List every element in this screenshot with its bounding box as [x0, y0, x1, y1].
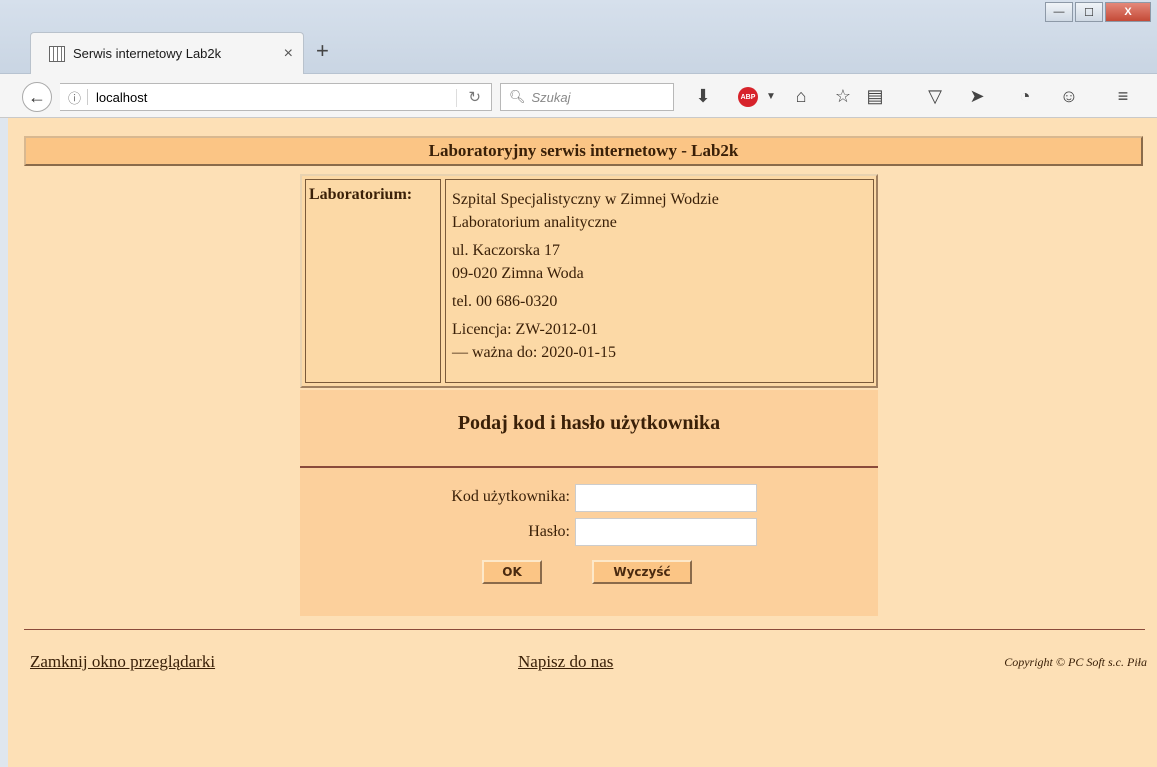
ok-button[interactable]: OK [482, 560, 542, 584]
lab-street: ul. Kaczorska 17 [452, 242, 560, 259]
url-divider [456, 89, 457, 107]
chevron-down-icon[interactable]: ▼ [760, 91, 782, 102]
close-window-button[interactable]: X [1105, 2, 1151, 22]
lab-name-line2: Laboratorium analityczne [452, 214, 617, 231]
laboratory-info: Szpital Specjalistyczny w Zimnej Wodzie … [445, 179, 874, 383]
maximize-button[interactable]: ☐ [1075, 2, 1103, 22]
copyright-text: Copyright © PC Soft s.c. Piła [1004, 655, 1147, 669]
password-label: Hasło: [528, 523, 570, 540]
menu-icon[interactable]: ≡ [1112, 86, 1134, 107]
browser-tab[interactable]: Serwis internetowy Lab2k × [30, 32, 304, 74]
lab-phone: tel. 00 686-0320 [452, 293, 558, 310]
download-icon[interactable]: ⬇ [692, 86, 714, 107]
user-code-label: Kod użytkownika: [451, 488, 570, 505]
minimize-button[interactable]: — [1045, 2, 1073, 22]
home-icon[interactable]: ⌂ [790, 86, 812, 107]
chat-icon[interactable]: ☺ [1058, 86, 1080, 107]
browser-titlebar: Serwis internetowy Lab2k × + — ☐ X [0, 0, 1157, 74]
history-icon[interactable]: ◔ [1014, 86, 1036, 107]
user-code-input[interactable] [575, 484, 757, 512]
lab-license-valid: — ważna do: 2020-01-15 [452, 344, 616, 361]
pocket-icon[interactable]: ▽ [924, 86, 946, 107]
login-divider [300, 466, 878, 468]
bookmark-star-icon[interactable]: ☆ [832, 86, 854, 107]
reading-list-icon[interactable]: ▤ [864, 86, 886, 107]
contact-link[interactable]: Napisz do nas [518, 652, 613, 672]
clear-button[interactable]: Wyczyść [592, 560, 692, 584]
url-separator [87, 89, 89, 105]
url-text[interactable]: localhost [96, 90, 147, 105]
search-placeholder: Szukaj [531, 89, 571, 105]
info-icon[interactable]: ⓘ [68, 88, 81, 107]
browser-navbar: ← ⓘ localhost ↻ 🔍︎ Szukaj ⬇ ABP ▼ ⌂ ☆ ▤ … [0, 74, 1157, 118]
search-input[interactable]: 🔍︎ Szukaj [500, 83, 674, 111]
window-controls: — ☐ X [1043, 2, 1151, 22]
login-form: Podaj kod i hasło użytkownika Kod użytko… [300, 390, 878, 616]
lab-license: Licencja: ZW-2012-01 [452, 321, 599, 338]
send-icon[interactable]: ➤ [966, 86, 988, 107]
new-tab-button[interactable]: + [316, 38, 329, 64]
lab-name-line1: Szpital Specjalistyczny w Zimnej Wodzie [452, 191, 719, 208]
close-browser-link[interactable]: Zamknij okno przeglądarki [30, 652, 215, 672]
table-icon [49, 45, 65, 62]
search-icon: 🔍︎ [509, 89, 526, 104]
adblock-icon[interactable]: ABP [738, 87, 758, 107]
page-header: Laboratoryjny serwis internetowy - Lab2k [24, 136, 1143, 166]
window-left-edge [0, 118, 8, 767]
laboratory-table: Laboratorium: Szpital Specjalistyczny w … [300, 174, 878, 388]
tab-title: Serwis internetowy Lab2k [73, 46, 222, 61]
login-title: Podaj kod i hasło użytkownika [457, 412, 721, 434]
close-tab-icon[interactable]: × [284, 45, 293, 63]
page-title: Laboratoryjny serwis internetowy - Lab2k [428, 141, 739, 160]
password-input[interactable] [575, 518, 757, 546]
lab-city: 09-020 Zimna Woda [452, 265, 584, 282]
reload-icon[interactable]: ↻ [468, 88, 481, 106]
url-bar[interactable]: ⓘ localhost ↻ [60, 83, 492, 111]
page-content: Laboratoryjny serwis internetowy - Lab2k… [8, 118, 1157, 767]
laboratory-label: Laboratorium: [305, 179, 441, 383]
back-arrow-icon[interactable]: ← [22, 82, 52, 112]
footer-divider [24, 629, 1145, 630]
